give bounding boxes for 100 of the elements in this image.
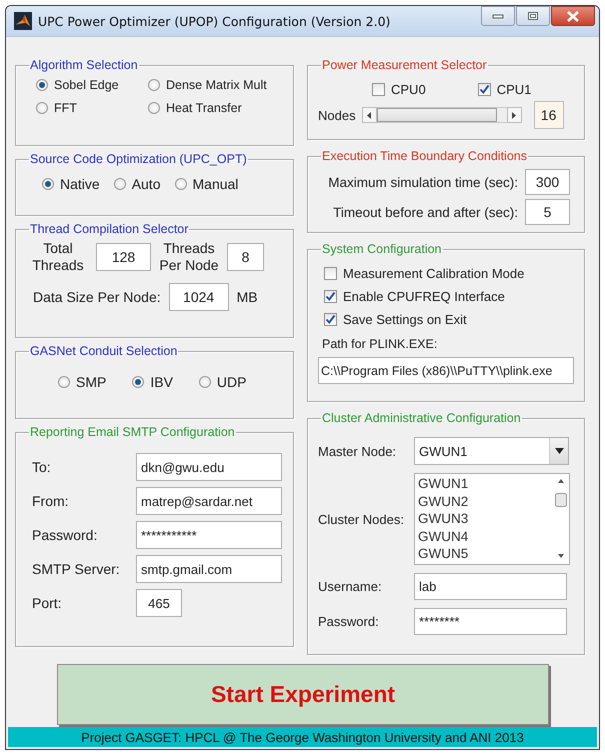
field-label: From: [32,493,70,509]
cluster-nodes-list[interactable]: GWUN1 GWUN2 GWUN3 GWUN4 GWUN5 [414,473,570,565]
checkbox[interactable] [324,313,337,326]
radio-option[interactable]: IBV [132,374,173,390]
field-label: Timeout before and after (sec): [333,204,518,220]
radio-button[interactable] [36,79,48,91]
input-field[interactable]: dkn@gwu.edu [136,453,282,481]
close-icon [566,10,580,22]
field-label: SMTP Server: [32,561,121,577]
radio-button[interactable] [58,376,70,388]
input-field[interactable]: 128 [96,243,151,271]
radio-button[interactable] [36,102,48,114]
input-field[interactable]: ******** [414,608,567,635]
checkbox-label: CPU0 [391,82,426,97]
field-label: Password: [32,527,98,543]
group-title: Algorithm Selection [29,58,139,72]
input-field[interactable]: 8 [227,243,264,271]
radio-option[interactable]: SMP [58,374,106,390]
input-field[interactable]: smtp.gmail.com [136,555,282,583]
window-title: UPC Power Optimizer (UPOP) Configuration (Version 2.0) [38,14,392,28]
radio-label: Auto [132,176,160,192]
radio-label: SMP [76,374,106,390]
scroll-left-button[interactable] [362,107,377,123]
input-field[interactable]: matrep@sardar.net [136,487,282,515]
input-field[interactable]: 465 [136,589,182,617]
field-label: To: [32,459,52,475]
close-button[interactable] [551,6,595,26]
group-title: Source Code Optimization (UPC_OPT) [29,152,248,166]
radio-button[interactable] [114,178,126,190]
field-label: Data Size Per Node: [33,289,161,305]
maximize-icon [527,11,539,21]
radio-option[interactable]: Dense Matrix Mult [148,78,283,92]
radio-button[interactable] [132,376,144,388]
radio-button[interactable] [148,102,160,114]
field-label: Username: [318,579,383,594]
radio-label: Dense Matrix Mult [166,78,267,92]
checkbox[interactable] [372,83,385,96]
radio-button[interactable] [42,178,54,190]
checkbox[interactable] [324,290,337,303]
radio-label: Heat Transfer [166,101,242,115]
unit-label: MB [236,289,258,305]
input-field[interactable]: 300 [525,169,570,195]
radio-option[interactable]: Native [42,176,100,192]
field-label: Master Node: [318,444,398,458]
field-label: Total Threads [31,240,85,274]
status-bar: Project GASGET: HPCL @ The George Washington University and ANI 2013 [8,727,597,747]
master-node-dropdown[interactable]: GWUN1 [414,437,569,465]
input-field[interactable]: lab [414,573,567,600]
radio-button[interactable] [198,376,211,388]
list-item[interactable]: GWUN1 [418,475,553,492]
list-item[interactable]: GWUN3 [418,510,553,528]
input-field[interactable]: 1024 [168,283,229,311]
field-label: Password: [318,614,380,629]
checkbox-label: CPU1 [496,82,532,97]
scroll-right-button[interactable] [506,107,522,123]
field-label: Path for PLINK.EXE: [322,337,438,351]
radio-option[interactable]: FFT [36,101,148,115]
radio-option[interactable]: Auto [114,176,160,192]
input-field[interactable]: *********** [136,521,282,549]
minimize-button[interactable] [481,6,515,26]
field-label: Nodes [318,108,356,122]
app-icon [14,12,32,30]
list-item[interactable]: GWUN5 [418,545,553,562]
group-title: System Configuration [321,242,443,256]
radio-option[interactable]: Heat Transfer [148,101,283,115]
input-field[interactable]: 5 [525,199,570,225]
radio-label: Manual [192,176,238,192]
radio-label: FFT [54,101,77,115]
nodes-slider[interactable] [376,107,507,123]
right-arrow-icon [512,112,516,118]
radio-label: Sobel Edge [54,78,119,92]
list-item[interactable]: GWUN2 [418,492,553,510]
group-title: Thread Compilation Selector [29,222,190,236]
group-title: Reporting Email SMTP Configuration [29,425,236,439]
field-label: Threads Per Node [158,240,220,274]
checkbox[interactable] [478,83,491,96]
checkbox[interactable] [324,267,337,280]
minimize-icon [492,13,504,19]
radio-option[interactable]: Manual [174,176,238,192]
list-item[interactable]: GWUN4 [418,528,553,545]
group-title: Cluster Administrative Configuration [321,411,522,425]
checkbox-label: Save Settings on Exit [343,312,467,327]
radio-label: IBV [150,374,173,390]
field-label: Cluster Nodes: [318,512,405,526]
checkbox-label: Enable CPUFREQ Interface [343,289,505,304]
group-title: Execution Time Boundary Conditions [321,149,528,163]
group-title: Power Measurement Selector [321,58,488,72]
radio-button[interactable] [148,79,160,91]
radio-option[interactable]: UDP [198,374,246,390]
value-display: 16 [534,101,564,129]
field-label: Port: [32,595,63,611]
group-title: GASNet Conduit Selection [29,344,178,358]
left-arrow-icon [367,112,372,118]
radio-label: Native [60,176,100,192]
radio-option[interactable]: Sobel Edge [36,78,148,92]
maximize-button[interactable] [516,6,550,26]
slider-thumb[interactable] [376,108,498,122]
field-label: Maximum simulation time (sec): [328,174,518,190]
path-field[interactable]: C:\\Program Files (x86)\\PuTTY\\plink.exe [318,357,574,384]
radio-button[interactable] [174,178,186,190]
